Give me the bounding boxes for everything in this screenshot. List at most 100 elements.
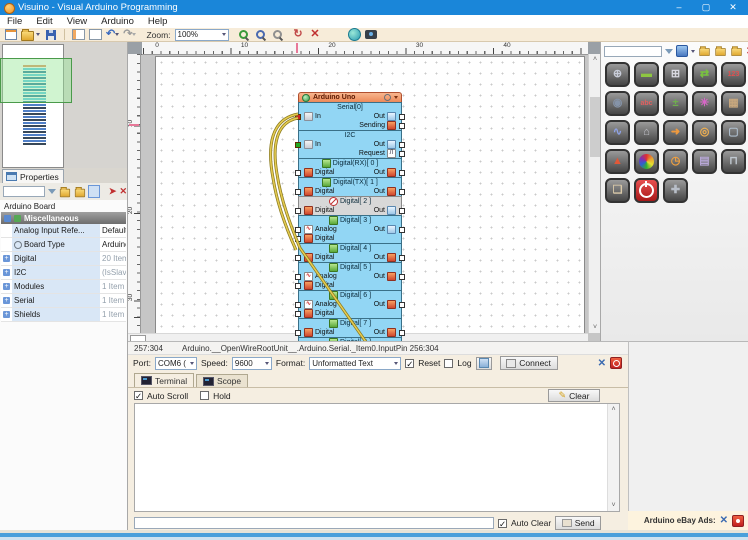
auto-clear-checkbox[interactable]: ✓ <box>498 519 507 528</box>
digital-input-pin[interactable] <box>295 311 301 317</box>
palette-time-icon[interactable]: ◷ <box>663 149 688 174</box>
canvas-vertical-scrollbar[interactable]: ˄ ˅ <box>588 54 600 333</box>
toolbox-folder-close-icon[interactable] <box>731 48 741 56</box>
menu-edit[interactable]: Edit <box>29 15 59 28</box>
terminal-output[interactable]: ˄ ˅ <box>134 403 620 512</box>
palette-home-icon[interactable]: ⌂ <box>634 120 659 145</box>
expand-icon[interactable]: + <box>3 269 10 276</box>
minimize-button[interactable]: – <box>666 0 692 15</box>
canvas-vscroll-thumb[interactable] <box>590 97 600 157</box>
filter-funnel-icon[interactable] <box>48 189 56 194</box>
palette-flow-icon[interactable]: ➜ <box>663 120 688 145</box>
out-output-pin[interactable] <box>399 189 405 195</box>
digital-input-pin[interactable] <box>295 208 301 214</box>
palette-display-icon[interactable]: ▢ <box>721 120 746 145</box>
maximize-button[interactable]: ▢ <box>693 0 719 15</box>
sending-output-pin[interactable] <box>399 123 405 129</box>
expand-folder-icon[interactable] <box>60 188 70 197</box>
expand-icon[interactable]: + <box>3 297 10 304</box>
expand-icon[interactable]: + <box>3 283 10 290</box>
properties-search-input[interactable] <box>3 186 45 197</box>
analog-input-pin[interactable] <box>295 274 301 280</box>
title-bar[interactable]: Visuino - Visual Arduino Programming –▢✕ <box>0 0 748 15</box>
digital-input-pin[interactable] <box>295 330 301 336</box>
save-button[interactable] <box>44 28 57 41</box>
palette-color-wheel-icon[interactable] <box>634 149 659 174</box>
power-button[interactable] <box>610 357 622 369</box>
port-select[interactable]: COM6 ( <box>155 357 197 370</box>
undo-button[interactable]: ↶ <box>106 28 119 41</box>
palette-chip-icon[interactable]: ▤ <box>692 149 717 174</box>
tab-terminal[interactable]: Terminal <box>134 373 194 387</box>
setup-tools-icon[interactable]: ✕ <box>598 358 606 369</box>
out-output-pin[interactable] <box>399 114 405 120</box>
component-collapse-icon[interactable] <box>394 96 398 99</box>
format-select[interactable]: Unformatted Text <box>309 357 401 370</box>
palette-digits-icon[interactable]: 123 <box>721 62 746 87</box>
scroll-down-icon[interactable]: ˅ <box>589 322 600 333</box>
digital-input-pin[interactable] <box>295 283 301 289</box>
close-button[interactable]: ✕ <box>720 0 746 15</box>
out-output-pin[interactable] <box>399 170 405 176</box>
digital-input-pin[interactable] <box>295 189 301 195</box>
palette-text-icon[interactable]: abc <box>634 91 659 116</box>
in-input-pin[interactable] <box>295 114 301 120</box>
expand-icon[interactable]: + <box>3 255 10 262</box>
open-button[interactable] <box>21 28 40 41</box>
palette-wave-icon[interactable]: ∿ <box>605 120 630 145</box>
tab-scope[interactable]: Scope <box>196 374 248 387</box>
out-output-pin[interactable] <box>399 274 405 280</box>
property-value[interactable]: 1 Item <box>100 294 126 307</box>
clear-button[interactable]: ✎ Clear <box>548 389 600 402</box>
palette-network-icon[interactable]: ✳ <box>692 91 717 116</box>
terminal-scroll-down-icon[interactable]: ˅ <box>608 500 619 511</box>
property-value[interactable]: 20 Items <box>100 252 126 265</box>
pin-icon[interactable]: ➤ <box>109 187 117 196</box>
collapse-folder-icon[interactable] <box>75 188 85 197</box>
zoom-out-button[interactable] <box>254 28 267 41</box>
zoom-in-button[interactable] <box>237 28 250 41</box>
palette-power-icon[interactable] <box>634 178 659 203</box>
out-output-pin[interactable] <box>399 302 405 308</box>
view-mode-icon[interactable] <box>88 185 100 198</box>
component-settings-icon[interactable] <box>384 94 391 101</box>
property-value[interactable]: Arduino Uno <box>100 238 126 251</box>
properties-close-icon[interactable]: ✕ <box>119 186 127 197</box>
digital-input-pin[interactable] <box>295 170 301 176</box>
auto-scroll-checkbox[interactable]: ✓ <box>134 391 143 400</box>
ads-settings-icon[interactable]: ✕ <box>720 515 728 526</box>
property-value[interactable]: 1 Item <box>100 280 126 293</box>
redo-button[interactable]: ↷ <box>123 28 136 41</box>
scroll-up-icon[interactable]: ˄ <box>589 54 600 65</box>
send-input[interactable] <box>134 517 494 529</box>
palette-exit-icon[interactable]: ❏ <box>605 178 630 203</box>
digital-input-pin[interactable] <box>295 255 301 261</box>
terminal-scrollbar[interactable]: ˄ ˅ <box>607 404 619 511</box>
terminal-scroll-up-icon[interactable]: ˄ <box>608 404 619 415</box>
palette-coins-icon[interactable]: ◎ <box>692 120 717 145</box>
connect-button[interactable]: Connect <box>500 356 558 370</box>
property-value[interactable]: Default <box>100 224 126 237</box>
hold-checkbox[interactable] <box>200 391 209 400</box>
out-output-pin[interactable] <box>399 330 405 336</box>
help-button[interactable] <box>348 28 361 41</box>
tab-properties[interactable]: Properties <box>2 169 64 183</box>
request-output-pin[interactable] <box>399 151 405 157</box>
toggle-grid-button[interactable] <box>89 28 102 41</box>
design-canvas[interactable]: 010203040 102030 Arduino Uno Serial[0]In… <box>128 42 600 341</box>
palette-measurement-icon[interactable]: ▬ <box>634 62 659 87</box>
delete-button[interactable]: ✕ <box>309 28 322 41</box>
properties-category-header[interactable]: Miscellaneous <box>1 212 126 224</box>
palette-plumbing-icon[interactable]: ⊓ <box>721 149 746 174</box>
menu-arduino[interactable]: Arduino <box>94 15 141 28</box>
palette-math-icon[interactable]: ⊞ <box>663 62 688 87</box>
toolbox-filter-icon[interactable] <box>665 49 673 54</box>
out-output-pin[interactable] <box>399 227 405 233</box>
out-output-pin[interactable] <box>399 208 405 214</box>
palette-chart-icon[interactable]: ▲ <box>605 149 630 174</box>
new-design-button[interactable] <box>4 28 17 41</box>
update-button[interactable]: ↻ <box>292 28 305 41</box>
speed-select[interactable]: 9600 <box>232 357 272 370</box>
toolbox-search-input[interactable] <box>604 46 662 57</box>
out-output-pin[interactable] <box>399 255 405 261</box>
